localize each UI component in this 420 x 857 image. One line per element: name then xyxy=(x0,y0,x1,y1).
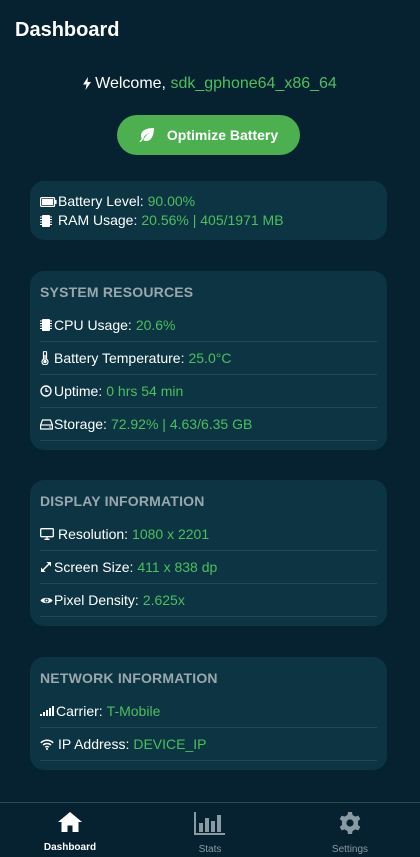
ram-usage-label: RAM Usage: xyxy=(58,212,138,228)
row-label: Battery Temperature: xyxy=(54,350,185,366)
row-value: 72.92% | 4.63/6.35 GB xyxy=(110,416,253,432)
nav-label: Stats xyxy=(198,844,222,855)
network-information-card: NETWORK INFORMATION Carrier: T-Mobile IP… xyxy=(30,657,387,770)
bar-chart-icon xyxy=(194,811,226,840)
row-label: Resolution: xyxy=(58,526,129,542)
optimize-battery-label: Optimize Battery xyxy=(166,127,279,143)
section-title: NETWORK INFORMATION xyxy=(40,670,218,686)
row-label: Pixel Density: xyxy=(54,592,139,608)
ram-usage-value: 20.56% | 405/1971 MB xyxy=(141,212,284,228)
thermometer-icon xyxy=(40,351,54,365)
uptime-row: Uptime: 0 hrs 54 min xyxy=(40,375,377,408)
summary-card: Battery Level: 90.00% RAM Usage: 20.56% … xyxy=(30,181,387,240)
row-value: 20.6% xyxy=(135,317,176,333)
row-label: IP Address: xyxy=(58,736,130,752)
signal-icon xyxy=(40,706,56,716)
welcome-line: Welcome, sdk_gphone64_x86_64 xyxy=(0,75,420,95)
nav-item-settings[interactable]: Settings xyxy=(280,803,420,857)
row-value: 0 hrs 54 min xyxy=(106,383,184,399)
bottom-navigation: Dashboard Stats Settings xyxy=(0,802,420,857)
nav-label: Dashboard xyxy=(43,842,97,853)
carrier-row: Carrier: T-Mobile xyxy=(40,695,377,728)
row-value: T-Mobile xyxy=(106,703,161,719)
row-label: Storage: xyxy=(54,416,107,432)
battery-icon xyxy=(40,196,58,207)
battery-level-label: Battery Level: xyxy=(58,193,144,209)
memory-icon xyxy=(40,214,58,228)
monitor-icon xyxy=(40,528,58,540)
battery-level-value: 90.00% xyxy=(147,193,196,209)
row-label: Uptime: xyxy=(54,383,103,399)
clock-icon xyxy=(40,385,54,397)
cpu-usage-row: CPU Usage: 20.6% xyxy=(40,309,377,342)
welcome-text: Welcome, xyxy=(95,75,166,92)
row-label: Carrier: xyxy=(56,703,103,719)
page-title: Dashboard xyxy=(15,19,120,41)
row-value: 411 x 838 dp xyxy=(137,559,218,575)
row-value: DEVICE_IP xyxy=(133,736,207,752)
gear-icon xyxy=(338,811,362,840)
app-header: Dashboard xyxy=(0,0,420,62)
display-information-card: DISPLAY INFORMATION Resolution: 1080 x 2… xyxy=(30,480,387,626)
bolt-icon xyxy=(83,77,92,95)
row-label: CPU Usage: xyxy=(54,317,132,333)
section-title: DISPLAY INFORMATION xyxy=(40,493,205,509)
nav-item-stats[interactable]: Stats xyxy=(140,803,280,857)
section-title: SYSTEM RESOURCES xyxy=(40,284,194,300)
battery-temperature-row: Battery Temperature: 25.0°C xyxy=(40,342,377,375)
pixel-density-row: Pixel Density: 2.625x xyxy=(40,584,377,617)
leaf-icon xyxy=(139,128,155,142)
optimize-battery-button[interactable]: Optimize Battery xyxy=(117,115,300,155)
expand-icon xyxy=(40,561,54,573)
device-name: sdk_gphone64_x86_64 xyxy=(170,75,337,92)
system-resources-card: SYSTEM RESOURCES CPU Usage: 20.6% Batter… xyxy=(30,271,387,450)
eye-icon xyxy=(40,596,54,605)
cpu-icon xyxy=(40,318,54,332)
wifi-icon xyxy=(40,739,58,750)
nav-item-dashboard[interactable]: Dashboard xyxy=(0,803,140,857)
nav-label: Settings xyxy=(331,844,369,855)
resolution-row: Resolution: 1080 x 2201 xyxy=(40,518,377,551)
battery-level-line: Battery Level: 90.00% xyxy=(40,192,377,211)
ip-address-row: IP Address: DEVICE_IP xyxy=(40,728,377,761)
row-value: 2.625x xyxy=(142,592,185,608)
storage-row: Storage: 72.92% | 4.63/6.35 GB xyxy=(40,408,377,441)
row-value: 25.0°C xyxy=(188,350,232,366)
row-value: 1080 x 2201 xyxy=(132,526,210,542)
screen-size-row: Screen Size: 411 x 838 dp xyxy=(40,551,377,584)
ram-usage-line: RAM Usage: 20.56% | 405/1971 MB xyxy=(40,211,377,230)
hdd-icon xyxy=(40,418,54,430)
home-icon xyxy=(57,811,83,838)
row-label: Screen Size: xyxy=(54,559,134,575)
